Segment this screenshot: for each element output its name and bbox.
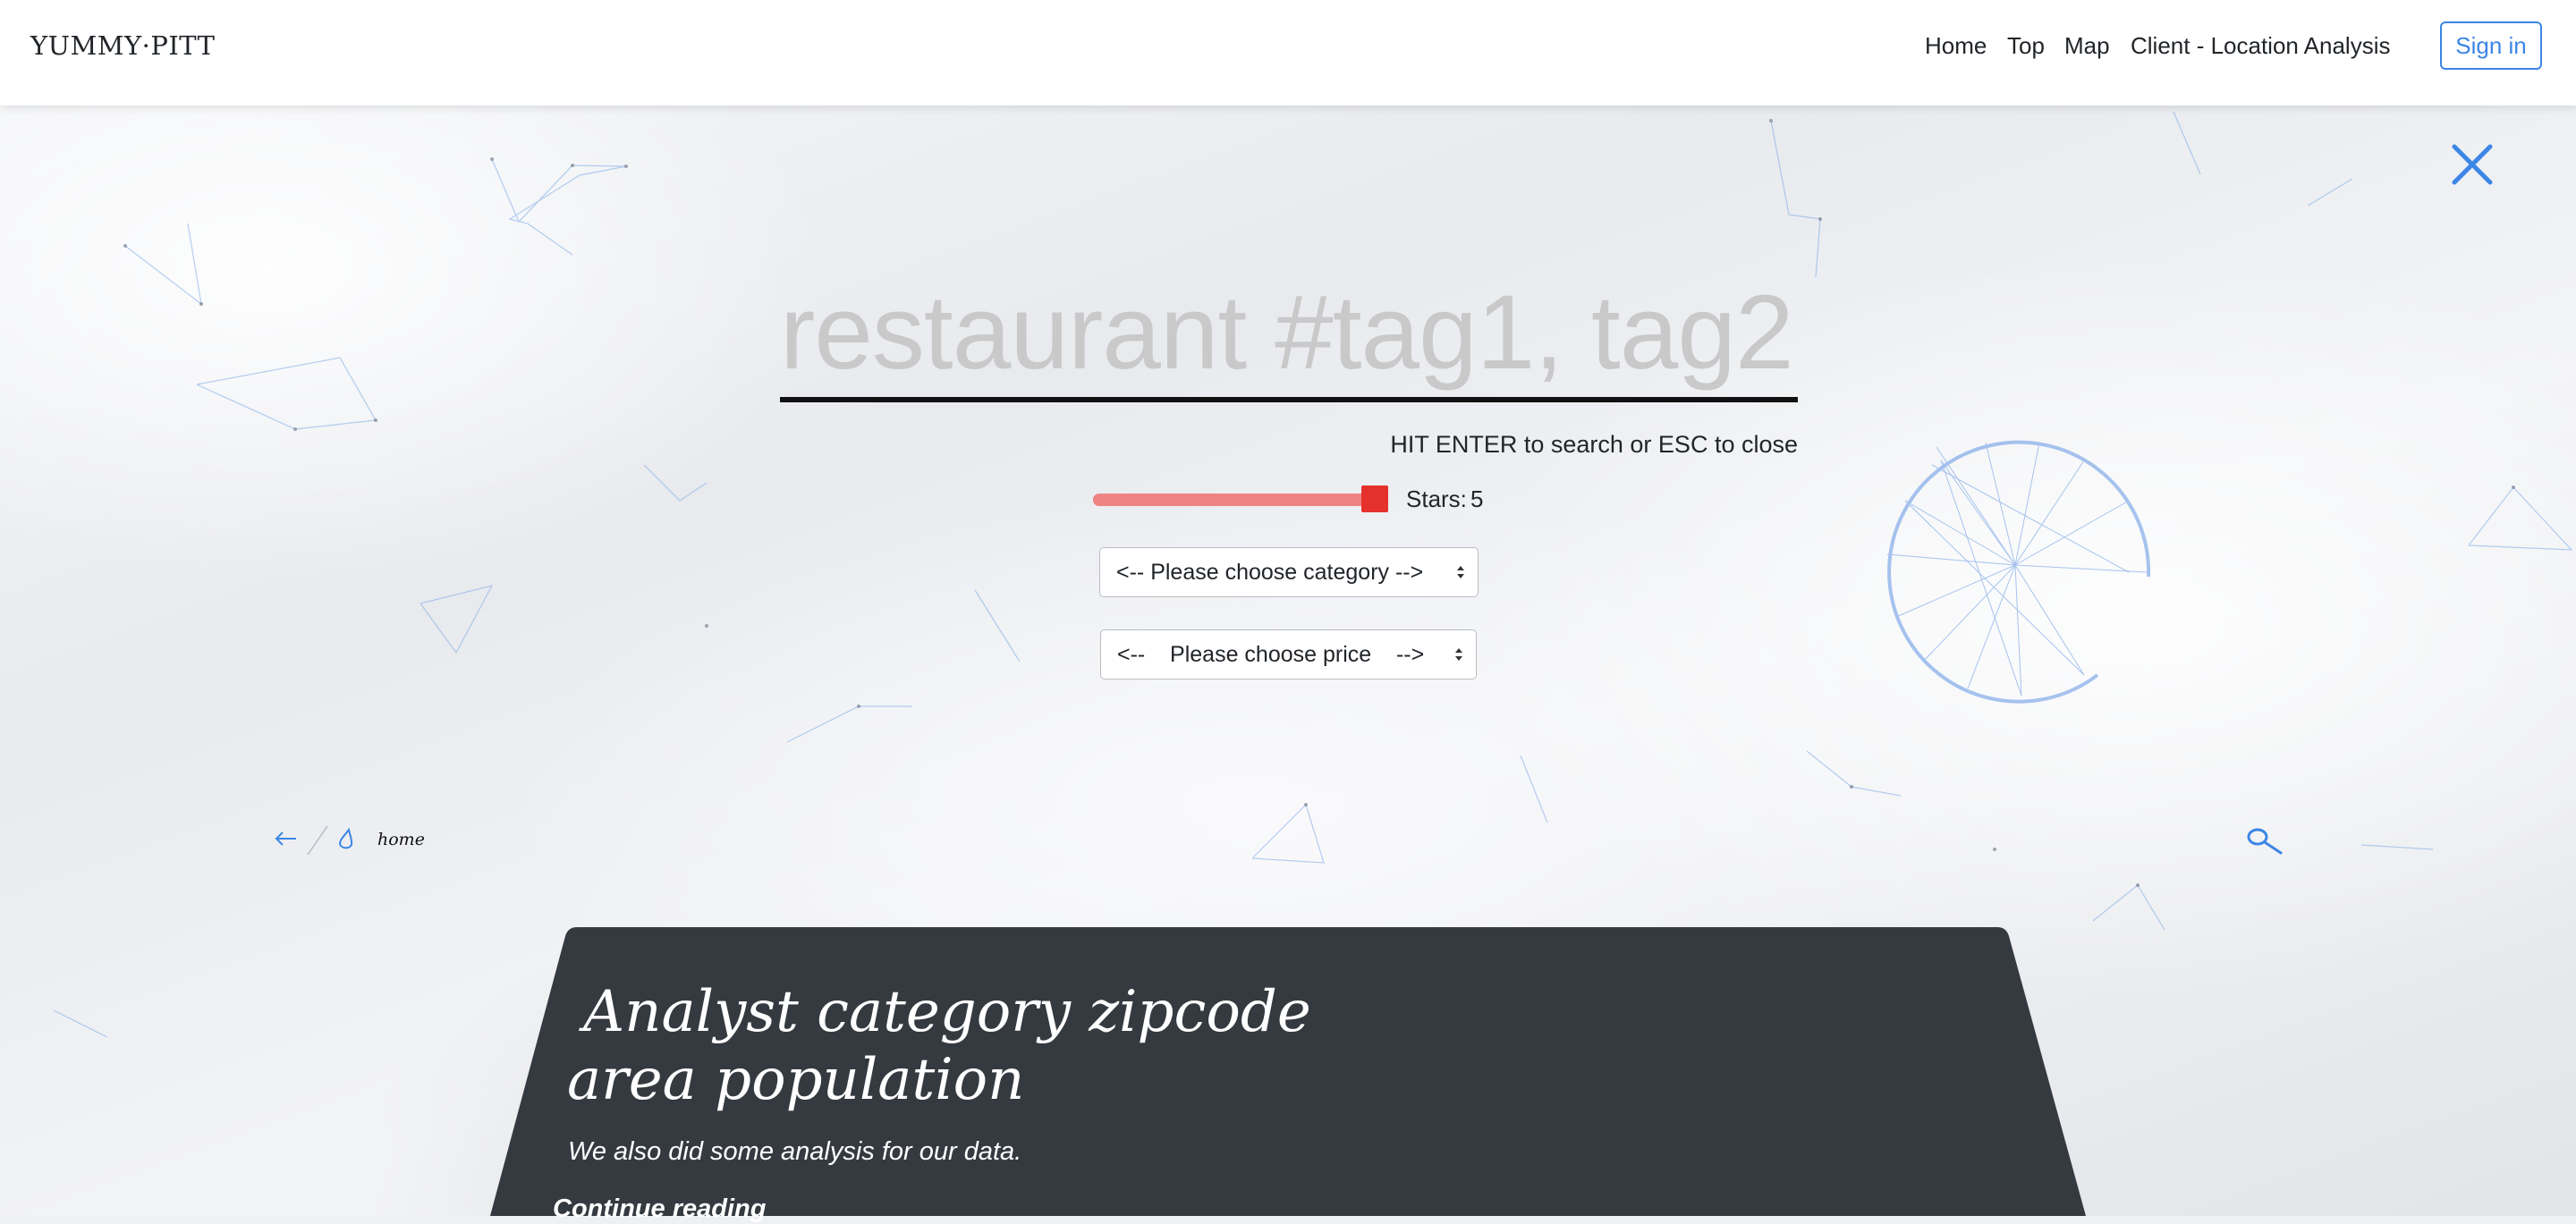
nav-home[interactable]: Home	[1925, 32, 1987, 60]
price-select-value: <-- Please choose price -->	[1117, 642, 1425, 667]
caret-icon	[1455, 648, 1462, 661]
search-icon[interactable]	[2245, 826, 2284, 857]
sign-in-button[interactable]: Sign in	[2440, 21, 2542, 70]
stars-value: 5	[1470, 485, 1484, 512]
post-title-line2: area population	[567, 1047, 1025, 1113]
post-title-line1: Analyst category zipcode	[583, 979, 1311, 1045]
nav-top[interactable]: Top	[2007, 32, 2045, 60]
post-description: We also did some analysis for our data.	[568, 1137, 1022, 1166]
nav-map[interactable]: Map	[2064, 32, 2110, 60]
category-select[interactable]: <-- Please choose category -->	[1099, 547, 1479, 597]
category-select-value: <-- Please choose category -->	[1116, 560, 1424, 585]
post-title[interactable]: Analyst category zipcode area population	[567, 978, 1388, 1114]
drop-icon	[338, 828, 353, 849]
brand-logo[interactable]: YUMMY·PITT	[30, 30, 216, 61]
search-hint: HIT ENTER to search or ESC to close	[1390, 431, 1798, 458]
close-icon[interactable]	[2449, 141, 2496, 188]
nav-client-location-analysis[interactable]: Client - Location Analysis	[2131, 32, 2390, 60]
price-select[interactable]: <-- Please choose price -->	[1100, 629, 1477, 680]
continue-reading-link[interactable]: Continue reading	[553, 1194, 766, 1224]
caret-icon	[1457, 566, 1464, 578]
breadcrumb-current[interactable]: home	[377, 830, 425, 849]
stars-slider-fill	[1093, 494, 1377, 506]
stars-slider-thumb[interactable]	[1361, 485, 1388, 512]
navbar: YUMMY·PITT Home Top Map Client - Locatio…	[0, 0, 2576, 106]
breadcrumb-divider	[307, 825, 328, 856]
stars-slider[interactable]	[1093, 494, 1377, 506]
back-arrow-icon[interactable]	[274, 830, 299, 848]
search-input[interactable]	[780, 268, 1798, 402]
stars-label: Stars:	[1406, 485, 1467, 512]
